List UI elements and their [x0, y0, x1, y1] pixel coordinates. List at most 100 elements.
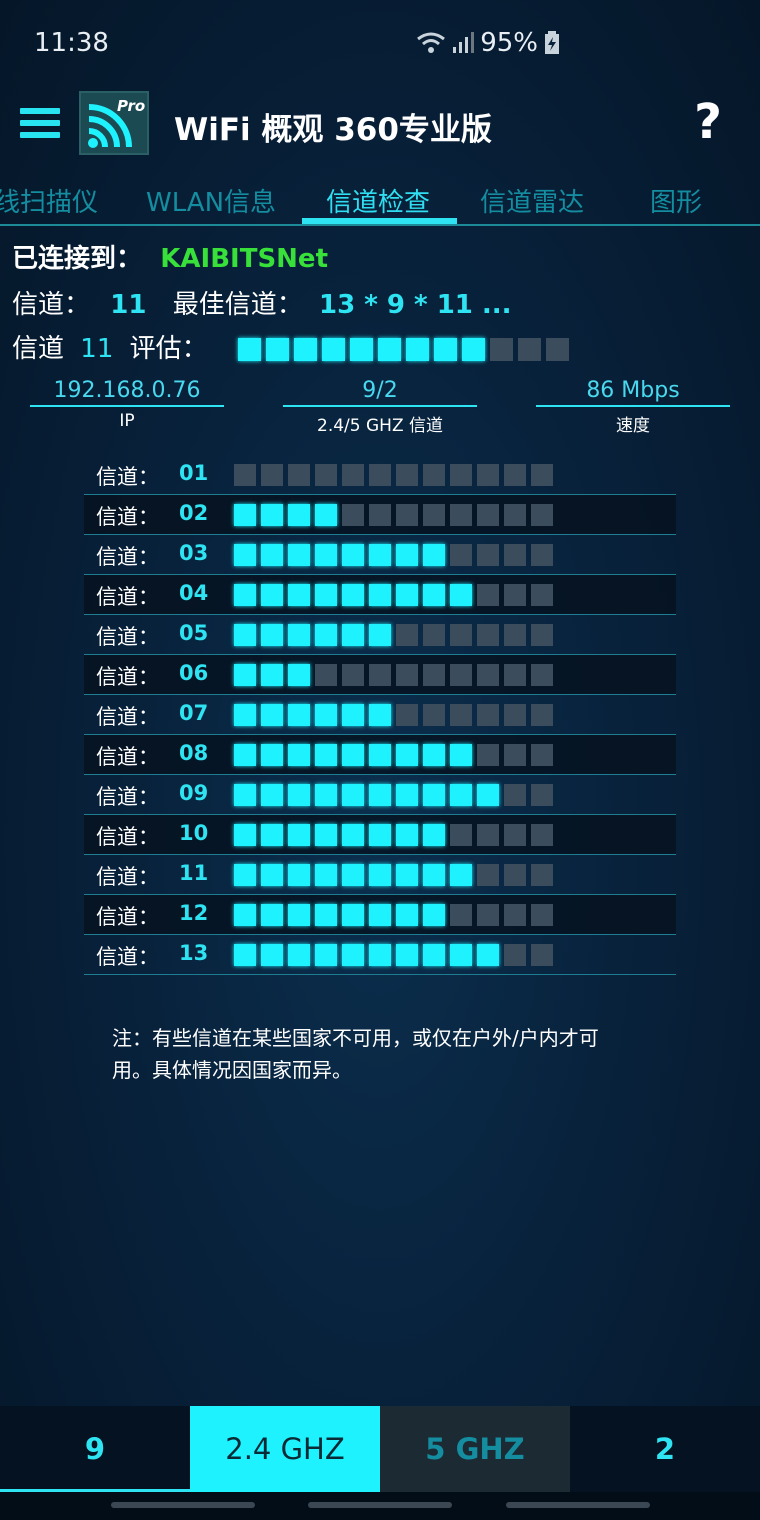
channel-bar-cell — [477, 904, 499, 926]
channel-bar-cell — [531, 824, 553, 846]
channel-row-label: 信道： — [96, 465, 159, 489]
channel-row: 信道： 06 — [84, 655, 676, 695]
channel-bar-cell — [450, 744, 472, 766]
channel-bar-cell — [261, 624, 283, 646]
app-logo: Pro — [79, 91, 149, 155]
channel-bar-cell — [369, 784, 391, 806]
channel-row-meter — [234, 504, 553, 526]
channel-bar-cell — [342, 904, 364, 926]
channel-row-label: 信道： — [96, 945, 159, 969]
channel-row-label: 信道： — [96, 665, 159, 689]
rating-bar-cell — [489, 338, 513, 361]
channel-row-meter — [234, 464, 553, 486]
tab-graph[interactable]: 图形 — [650, 182, 702, 219]
stat-speed: 86 Mbps 速度 — [536, 378, 730, 436]
channel-bar-cell — [531, 704, 553, 726]
rating-bar-cell — [433, 338, 457, 361]
channel-row-meter — [234, 544, 553, 566]
tab-scanner[interactable]: 线扫描仪 — [0, 182, 98, 219]
channel-bar-cell — [396, 744, 418, 766]
channel-bar-cell — [477, 544, 499, 566]
channel-bar-cell — [396, 704, 418, 726]
channel-bar-cell — [315, 624, 337, 646]
channel-row-label: 信道： — [96, 745, 159, 769]
channel-bar-cell — [531, 504, 553, 526]
hamburger-menu-icon[interactable] — [20, 108, 60, 142]
channel-bar-cell — [396, 544, 418, 566]
channel-bar-cell — [423, 744, 445, 766]
channel-bar-cell — [450, 864, 472, 886]
nav-back[interactable] — [506, 1502, 650, 1508]
bottom-24ghz-button[interactable]: 2.4 GHZ — [190, 1406, 380, 1492]
speed-label: 速度 — [616, 416, 650, 436]
channel-bar-cell — [261, 744, 283, 766]
battery-percent: 95% — [480, 28, 538, 58]
active-tab-indicator — [302, 218, 457, 224]
channel-bar-cell — [396, 944, 418, 966]
channel-bar-cell — [234, 504, 256, 526]
ip-value: 192.168.0.76 — [30, 378, 224, 407]
channel-bar-cell — [288, 544, 310, 566]
rating-prefix: 信道 — [12, 334, 65, 364]
channel-row-meter — [234, 704, 553, 726]
channel-bar-cell — [234, 744, 256, 766]
channel-bar-cell — [315, 664, 337, 686]
channel-row-number: 10 — [179, 821, 209, 845]
bottom-5ghz-button[interactable]: 5 GHZ — [380, 1406, 570, 1492]
note-text: 注：有些信道在某些国家不可用，或仅在户外/户内才可用。具体情况因国家而异。 — [112, 1026, 599, 1082]
channel-bar-cell — [261, 824, 283, 846]
channel-row: 信道： 08 — [84, 735, 676, 775]
channel-bar-cell — [234, 824, 256, 846]
channel-bar-cell — [531, 624, 553, 646]
ip-label: IP — [119, 411, 135, 431]
channel-bar-cell — [288, 824, 310, 846]
channel-bar-cell — [261, 784, 283, 806]
tab-wlan-info[interactable]: WLAN信息 — [146, 182, 276, 219]
channel-bar-cell — [450, 664, 472, 686]
channel-bar-cell — [450, 544, 472, 566]
channel-bar-cell — [477, 624, 499, 646]
channel-bar-cell — [477, 584, 499, 606]
channel-bar-cell — [315, 584, 337, 606]
bottom-24ghz-count[interactable]: 9 — [0, 1406, 190, 1492]
channel-bar-cell — [234, 864, 256, 886]
channel-row-number: 02 — [179, 501, 209, 525]
tab-channel-check[interactable]: 信道检查 — [326, 182, 430, 219]
connected-line: 已连接到： KAIBITSNet — [12, 238, 328, 275]
channel-bar-cell — [450, 944, 472, 966]
channel-row: 信道： 05 — [84, 615, 676, 655]
channel-line: 信道： 11 最佳信道： 13 * 9 * 11 ... — [12, 284, 512, 321]
channel-row-label: 信道： — [96, 865, 159, 889]
channel-row-label: 信道： — [96, 705, 159, 729]
bottom-5ghz-count[interactable]: 2 — [570, 1406, 760, 1492]
channel-bar-cell — [288, 464, 310, 486]
channel-bar-cell — [477, 824, 499, 846]
nav-home[interactable] — [308, 1502, 452, 1508]
channel-bar-cell — [396, 584, 418, 606]
channel-bar-cell — [504, 744, 526, 766]
channel-bar-cell — [477, 664, 499, 686]
tab-channel-radar[interactable]: 信道雷达 — [480, 182, 584, 219]
channel-bar-cell — [396, 464, 418, 486]
channel-bar-cell — [531, 904, 553, 926]
nav-recents[interactable] — [111, 1502, 255, 1508]
channel-bar-cell — [261, 904, 283, 926]
channel-bar-cell — [450, 464, 472, 486]
ssid-value: KAIBITSNet — [160, 244, 328, 274]
channel-bar-cell — [342, 704, 364, 726]
channel-bar-cell — [234, 624, 256, 646]
channel-row-label: 信道： — [96, 825, 159, 849]
connected-label: 已连接到： — [12, 244, 143, 274]
channel-row: 信道： 09 — [84, 775, 676, 815]
channel-bar-cell — [234, 544, 256, 566]
channel-bar-cell — [315, 824, 337, 846]
channel-row-meter — [234, 944, 553, 966]
channel-row-number: 04 — [179, 581, 209, 605]
channel-bar-cell — [477, 784, 499, 806]
channel-bar-cell — [450, 704, 472, 726]
channel-row-label: 信道： — [96, 785, 159, 809]
channel-bar-cell — [315, 864, 337, 886]
help-icon[interactable]: ? — [694, 94, 722, 150]
channel-bar-cell — [234, 784, 256, 806]
channel-bar-cell — [369, 624, 391, 646]
